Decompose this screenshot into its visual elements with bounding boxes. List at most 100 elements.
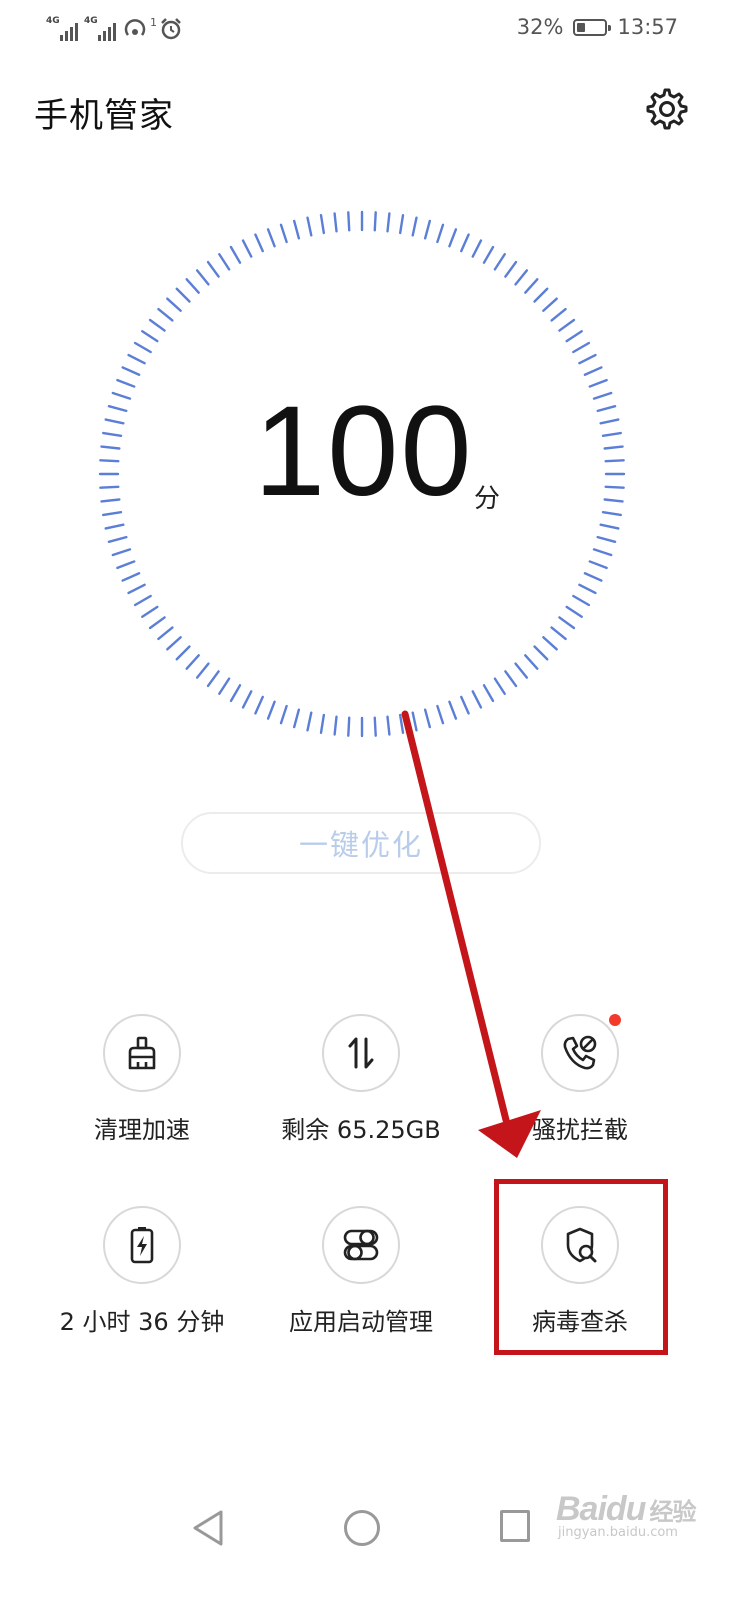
dial-tick xyxy=(121,366,141,376)
dial-tick xyxy=(542,636,558,651)
dial-tick xyxy=(411,216,418,237)
dial-tick xyxy=(578,353,597,365)
dial-tick xyxy=(448,228,458,248)
dial-tick xyxy=(550,307,567,322)
dial-tick xyxy=(471,690,483,709)
dial-tick xyxy=(279,704,288,725)
score-value: 100 xyxy=(254,380,474,523)
dial-tick xyxy=(104,418,125,425)
dial-tick xyxy=(436,704,445,725)
dial-tick xyxy=(166,636,182,651)
status-left-icons: 4G 4G 1 xyxy=(46,14,183,44)
dial-tick xyxy=(185,278,200,294)
data-transfer-icon xyxy=(348,1037,374,1069)
dial-tick xyxy=(583,572,603,582)
dial-tick xyxy=(241,690,253,709)
broom-icon xyxy=(128,1036,156,1070)
hotspot-icon xyxy=(124,19,146,36)
dial-tick xyxy=(166,297,182,312)
dial-tick xyxy=(572,341,591,354)
status-bar: 4G 4G 1 32% 13:57 xyxy=(0,0,738,60)
dial-tick xyxy=(121,572,141,582)
back-triangle-icon[interactable] xyxy=(190,1508,226,1548)
harassment-icon-circle xyxy=(541,1014,621,1092)
tool-battery[interactable]: 2 小时 36 分钟 xyxy=(32,1206,252,1337)
dial-tick xyxy=(603,445,624,450)
dial-tick xyxy=(148,318,166,332)
alarm-clock-icon xyxy=(161,18,181,40)
dial-tick xyxy=(423,219,432,240)
tool-cleanup[interactable]: 清理加速 xyxy=(32,1014,252,1145)
dial-tick xyxy=(533,287,549,303)
dial-tick xyxy=(493,253,506,271)
tool-harassment-block[interactable]: 骚扰拦截 xyxy=(470,1014,690,1145)
dial-tick xyxy=(333,212,338,233)
dial-tick xyxy=(100,498,121,503)
page-title: 手机管家 xyxy=(34,96,174,136)
dial-tick xyxy=(218,253,231,271)
dial-tick xyxy=(218,677,231,695)
dial-tick xyxy=(157,626,174,641)
sim2-network-label: 4G xyxy=(84,16,98,26)
gear-icon[interactable] xyxy=(644,86,690,132)
phone-block-icon xyxy=(563,1035,597,1070)
dial-tick xyxy=(99,459,120,463)
dial-tick xyxy=(599,418,620,425)
one-click-optimize-button[interactable]: 一键优化 xyxy=(181,812,541,874)
dial-tick xyxy=(460,233,470,253)
dial-tick xyxy=(482,684,495,703)
baidu-watermark: Baidu 经验 jingyan.baidu.com xyxy=(556,1490,696,1540)
dial-tick xyxy=(254,233,264,253)
dial-tick xyxy=(436,223,445,244)
dial-tick xyxy=(373,211,377,232)
dial-tick xyxy=(116,560,136,570)
cleanup-icon-circle xyxy=(103,1014,181,1092)
dial-tick xyxy=(107,404,128,413)
dial-tick xyxy=(102,431,123,438)
dial-tick xyxy=(185,654,200,670)
dial-tick xyxy=(558,318,576,332)
dial-tick xyxy=(229,245,242,264)
recent-square-icon[interactable] xyxy=(500,1510,530,1542)
dial-tick xyxy=(111,391,132,400)
dial-tick xyxy=(411,711,418,732)
dial-tick xyxy=(386,212,391,233)
annotation-highlight-box xyxy=(494,1179,668,1355)
dial-tick xyxy=(542,297,558,312)
dial-tick xyxy=(592,548,613,557)
dial-tick xyxy=(333,715,338,736)
sim1-network-label: 4G xyxy=(46,16,60,26)
tool-app-launch[interactable]: 应用启动管理 xyxy=(251,1206,471,1337)
dial-tick xyxy=(127,583,146,595)
dial-tick xyxy=(100,445,121,450)
dial-tick xyxy=(319,214,326,235)
dial-tick xyxy=(583,366,603,376)
dial-tick xyxy=(306,216,313,237)
dial-tick xyxy=(266,228,276,248)
sim1-signal-icon: 4G xyxy=(46,17,78,41)
dial-tick xyxy=(565,330,583,343)
dial-tick xyxy=(141,605,159,618)
dial-tick xyxy=(319,713,326,734)
dial-tick xyxy=(116,378,136,388)
dial-tick xyxy=(104,523,125,530)
dial-tick xyxy=(195,269,210,286)
toggle-switch-icon xyxy=(343,1229,379,1261)
dial-tick xyxy=(141,330,159,343)
dial-tick xyxy=(504,670,518,688)
dial-tick xyxy=(148,616,166,630)
dial-tick xyxy=(599,523,620,530)
dial-tick xyxy=(386,715,391,736)
home-circle-icon[interactable] xyxy=(344,1510,380,1546)
storage-icon-circle xyxy=(322,1014,400,1092)
battery-icon-circle xyxy=(103,1206,181,1284)
watermark-logo: Baidu 经验 xyxy=(556,1490,696,1528)
dial-tick xyxy=(596,535,617,544)
tool-storage[interactable]: 剩余 65.25GB xyxy=(251,1014,471,1145)
dial-tick xyxy=(133,341,152,354)
dial-tick xyxy=(175,645,191,661)
dial-tick xyxy=(572,594,591,607)
tool-label: 2 小时 36 分钟 xyxy=(59,1308,225,1336)
status-right-icons: 32% 13:57 xyxy=(517,15,678,39)
dial-tick xyxy=(279,223,288,244)
